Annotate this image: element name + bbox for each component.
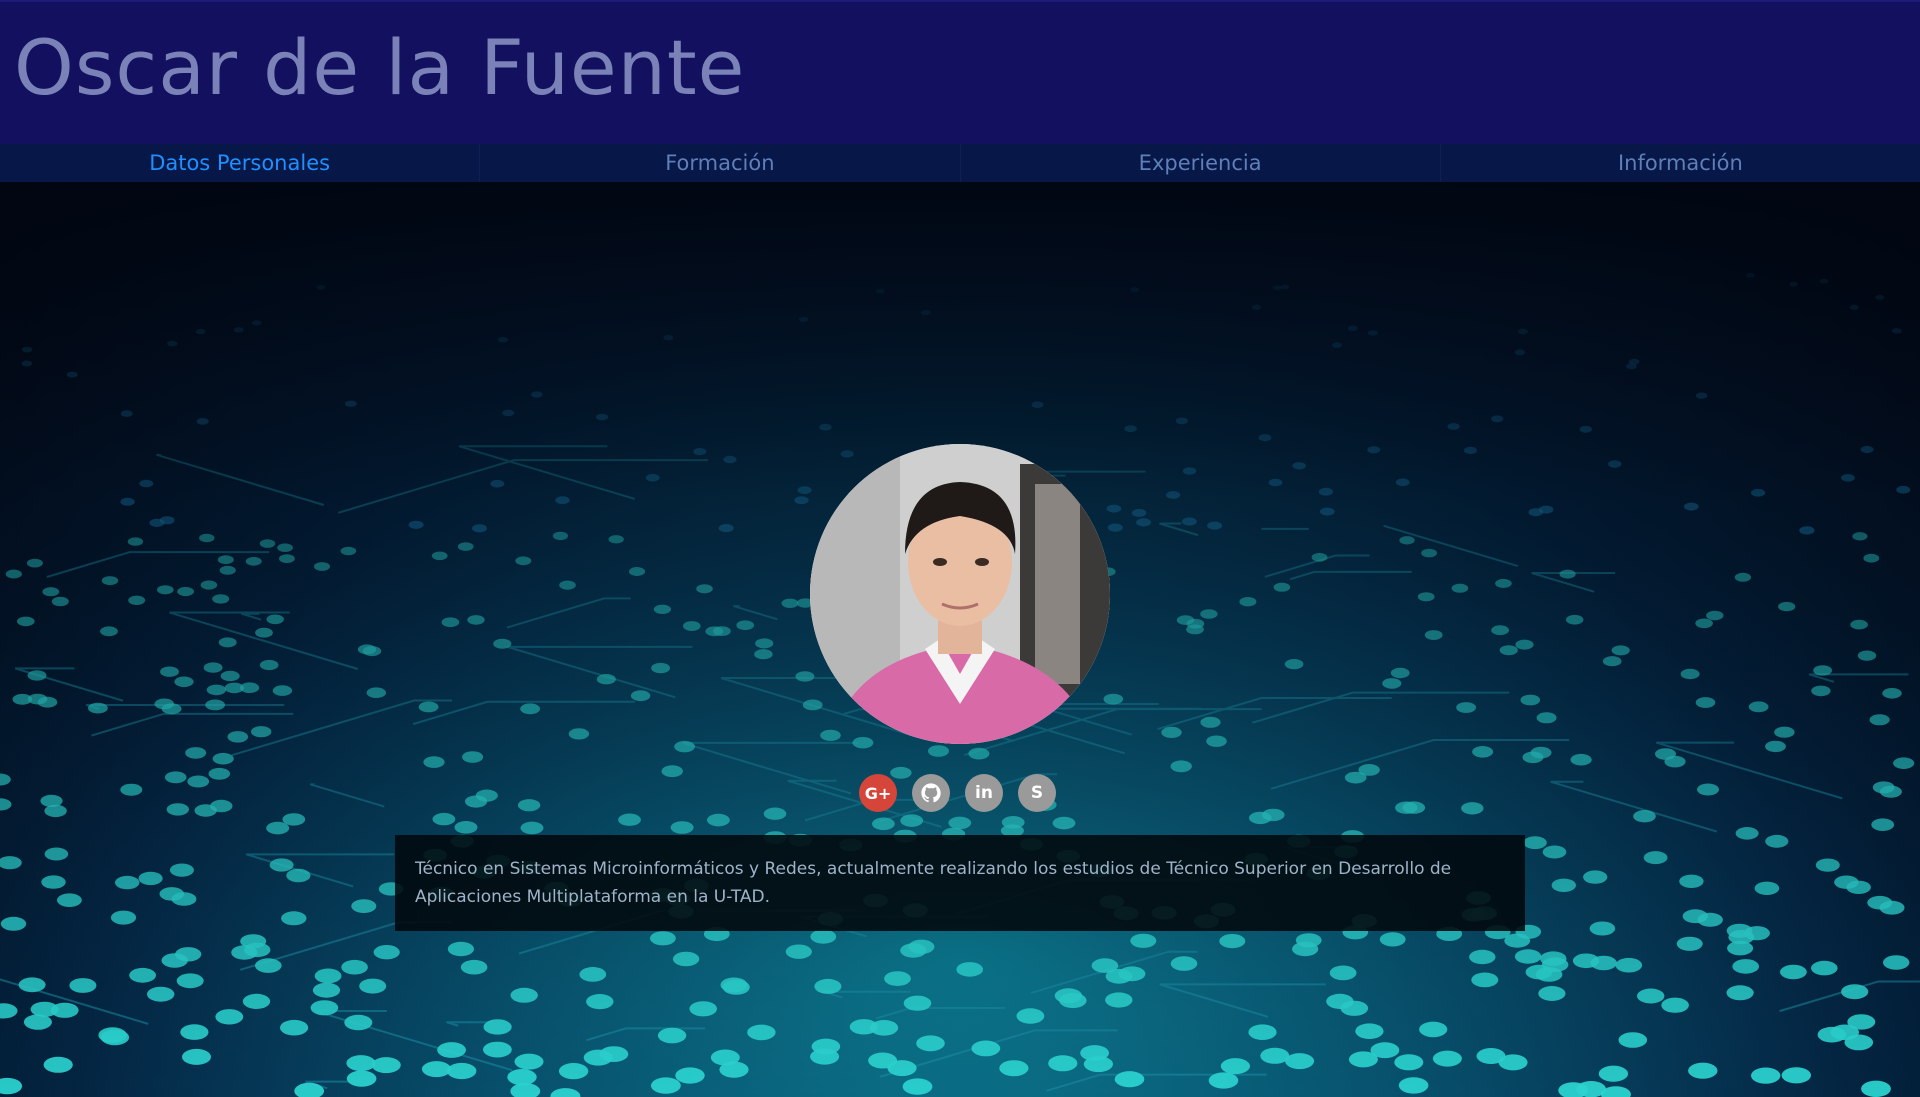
profile-photo [810,444,1110,744]
site-header: Oscar de la Fuente [0,0,1920,144]
hero-section: G+ in S Técnico en Sistemas Microinformá… [0,182,1920,1097]
github-icon-glyph [921,783,941,803]
nav-item-experiencia[interactable]: Experiencia [961,144,1441,182]
nav-item-datos-personales[interactable]: Datos Personales [0,144,481,182]
nav-item-formacion[interactable]: Formación [480,144,961,182]
linkedin-icon[interactable]: in [965,774,1003,812]
site-title: Oscar de la Fuente [14,23,746,112]
nav-item-informacion[interactable]: Información [1441,144,1920,182]
profile-photo-illustration [810,444,1110,744]
skype-icon[interactable]: S [1018,774,1056,812]
google-plus-icon[interactable]: G+ [859,774,897,812]
main-nav: Datos Personales Formación Experiencia I… [0,144,1920,183]
social-links: G+ in S [859,774,1056,812]
bio-text: Técnico en Sistemas Microinformáticos y … [395,835,1525,931]
github-icon[interactable] [912,774,950,812]
